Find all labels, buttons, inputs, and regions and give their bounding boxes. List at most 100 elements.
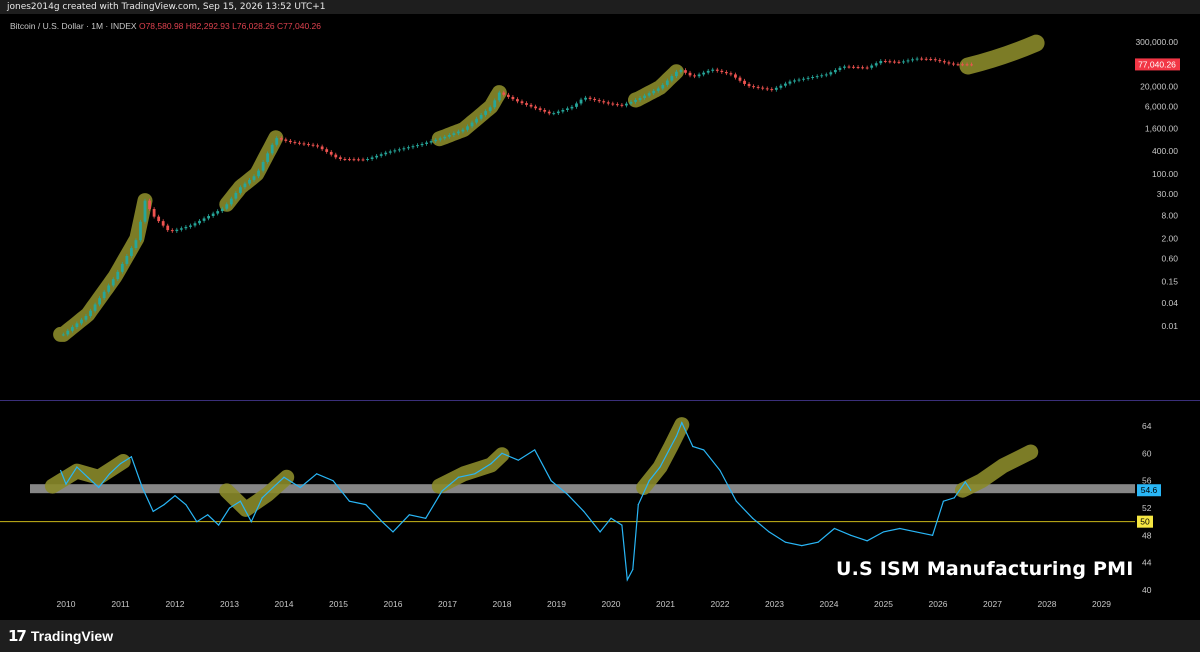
candle-body xyxy=(915,58,919,60)
pmi-tick-label: 52 xyxy=(1142,503,1152,513)
candle-body xyxy=(729,73,733,75)
candle-body xyxy=(883,60,887,62)
candle-body xyxy=(338,157,342,159)
candle-body xyxy=(207,215,211,219)
candle-body xyxy=(793,80,796,82)
pmi-point xyxy=(152,510,154,513)
price-candles xyxy=(61,56,974,337)
candle-body xyxy=(497,92,501,101)
projection-highlight xyxy=(959,34,1045,75)
candle-body xyxy=(734,74,737,78)
candle-body xyxy=(724,72,728,74)
candle-body xyxy=(143,200,147,222)
candle-body xyxy=(525,103,528,105)
candle-body xyxy=(684,70,687,73)
candle-body xyxy=(111,279,115,286)
pmi-point xyxy=(272,486,274,489)
candle-body xyxy=(929,59,933,61)
candle-body xyxy=(566,108,569,110)
candle-body xyxy=(879,60,883,64)
tradingview-logo[interactable]: 17 TradingView xyxy=(8,626,113,646)
candle-body xyxy=(675,71,678,77)
price-tick-label: 0.15 xyxy=(1161,276,1178,286)
candle-body xyxy=(429,141,433,143)
brand-name: TradingView xyxy=(30,628,114,644)
pmi-point xyxy=(703,449,705,451)
candle-body xyxy=(743,80,746,84)
candle-body xyxy=(488,107,492,112)
candle-body xyxy=(152,209,156,217)
candle-body xyxy=(466,126,469,130)
candle-body xyxy=(679,70,683,72)
price-tick-label: 1,600.00 xyxy=(1145,123,1178,133)
candle-body xyxy=(629,101,633,104)
candle-body xyxy=(125,256,129,264)
candle-body xyxy=(865,67,869,69)
candle-body xyxy=(570,106,574,109)
candle-body xyxy=(638,97,642,101)
year-tick-label: 2029 xyxy=(1092,599,1111,609)
candle-body xyxy=(148,200,151,210)
candle-body xyxy=(620,104,624,106)
candle-body xyxy=(357,159,360,161)
candle-body xyxy=(534,106,538,109)
pmi-point xyxy=(637,503,639,506)
pmi-point xyxy=(392,531,394,533)
candle-body xyxy=(665,80,669,85)
candle-body xyxy=(316,145,320,147)
candle-body xyxy=(956,64,960,66)
candle-body xyxy=(874,63,878,66)
candle-body xyxy=(116,271,120,280)
year-tick-label: 2018 xyxy=(493,599,512,609)
candle-body xyxy=(120,263,124,272)
pmi-point xyxy=(931,534,934,536)
candle-body xyxy=(952,63,955,65)
candle-body xyxy=(643,95,647,98)
price-tick-label: 30.00 xyxy=(1157,189,1179,199)
pmi-tick-label: 48 xyxy=(1142,530,1152,540)
pmi-point xyxy=(942,500,945,502)
candle-body xyxy=(211,213,215,216)
candle-body xyxy=(756,86,760,88)
candle-body xyxy=(634,100,637,102)
candle-body xyxy=(411,146,415,148)
pmi-point xyxy=(784,541,787,543)
candle-body xyxy=(802,78,805,80)
candle-body xyxy=(584,97,587,100)
candle-body xyxy=(170,230,174,232)
candle-body xyxy=(284,139,288,141)
candle-body xyxy=(552,113,556,115)
candle-body xyxy=(275,138,279,145)
candle-body xyxy=(248,179,251,184)
year-tick-label: 2022 xyxy=(711,599,730,609)
pmi-point xyxy=(196,521,198,523)
candle-body xyxy=(288,140,292,143)
pane-separator[interactable] xyxy=(0,400,1200,401)
candle-body xyxy=(829,72,833,75)
candle-body xyxy=(166,225,170,231)
pmi-point xyxy=(970,489,972,491)
pmi-point xyxy=(692,445,694,448)
pmi-50-label: 50 xyxy=(1140,517,1150,527)
candle-body xyxy=(970,64,974,66)
candle-body xyxy=(348,159,351,161)
candle-body xyxy=(852,66,855,68)
candle-body xyxy=(811,77,815,79)
pmi-point xyxy=(817,541,819,543)
pmi-point xyxy=(632,568,634,571)
pmi-tick-label: 40 xyxy=(1142,585,1152,595)
pmi-point xyxy=(915,531,917,533)
candle-body xyxy=(379,154,383,156)
candle-body xyxy=(84,316,88,320)
candle-body xyxy=(130,248,133,257)
pmi-point xyxy=(425,517,427,519)
pmi-point xyxy=(119,462,122,465)
year-tick-label: 2014 xyxy=(275,599,294,609)
pmi-point xyxy=(626,579,628,581)
candle-body xyxy=(443,136,447,139)
candle-body xyxy=(597,100,601,102)
pmi-highlight xyxy=(636,417,690,495)
candle-body xyxy=(606,102,610,104)
pmi-point xyxy=(207,514,209,516)
chart-canvas[interactable]: 64 60 56 52 48 44 40 54.6 50 300,000.00 20,000.00… xyxy=(0,0,1200,620)
